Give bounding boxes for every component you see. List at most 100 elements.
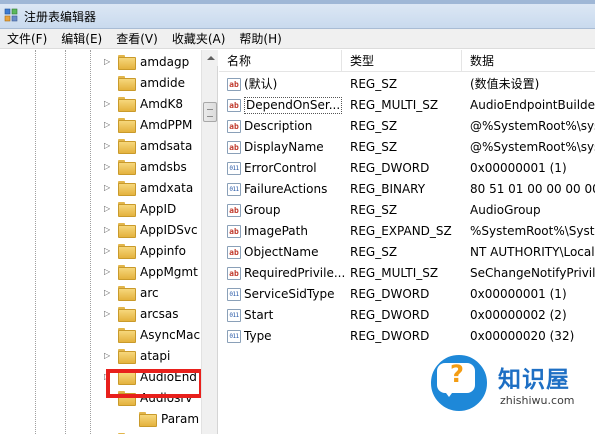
value-row[interactable]: 011 ServiceSidType REG_DWORD 0x00000001 (1) [219, 284, 595, 305]
value-type: REG_SZ [350, 245, 398, 259]
value-name: DisplayName [244, 140, 324, 154]
value-row[interactable]: 011 Type REG_DWORD 0x00000020 (32) [219, 326, 595, 347]
folder-icon [118, 265, 136, 280]
tree-item[interactable]: ▷ arc [104, 282, 201, 303]
tree-item[interactable]: ▷ amdsata [104, 135, 201, 156]
value-name-cell: ab Description [227, 116, 350, 137]
expand-arrow-icon[interactable]: ▷ [104, 204, 114, 213]
menu-view[interactable]: 查看(V) [109, 29, 165, 49]
scroll-up-icon[interactable] [203, 50, 218, 66]
tree-item[interactable]: AsyncMac [104, 324, 201, 345]
tree-item[interactable]: ▷ AppID [104, 198, 201, 219]
tree-item[interactable]: amdide [104, 72, 201, 93]
value-name: Description [244, 119, 313, 133]
column-header: 名称 类型 数据 [219, 50, 595, 72]
value-type: REG_SZ [350, 140, 398, 154]
value-row[interactable]: ab DependOnSer... REG_MULTI_SZ AudioEndpoin… [219, 95, 595, 116]
tree-item-label: amdide [140, 75, 185, 90]
reg-binary-icon: 011 [227, 288, 241, 301]
tree-scrollbar[interactable] [201, 50, 218, 434]
value-type: REG_MULTI_SZ [350, 98, 439, 112]
expand-arrow-icon[interactable]: ▷ [104, 288, 114, 297]
value-name: DependOnSer... [244, 97, 343, 114]
value-name: ErrorControl [244, 161, 317, 175]
expand-arrow-icon[interactable]: ▷ [104, 225, 114, 234]
value-name: Type [244, 329, 272, 343]
expand-arrow-icon[interactable]: ▷ [104, 120, 114, 129]
value-row[interactable]: ab RequiredPrivile... REG_MULTI_SZ SeChange… [219, 263, 595, 284]
value-type: REG_BINARY [350, 182, 426, 196]
tree-item[interactable]: ▷ amdsbs [104, 156, 201, 177]
value-name-cell: 011 FailureActions [227, 179, 350, 200]
folder-icon [118, 286, 136, 301]
value-row[interactable]: ab Description REG_SZ @%SystemRoot%\sys [219, 116, 595, 137]
expand-arrow-icon[interactable]: ▷ [104, 141, 114, 150]
tree-item[interactable]: ▷ AppMgmt [104, 261, 201, 282]
expand-arrow-icon[interactable]: ▷ [104, 57, 114, 66]
column-data[interactable]: 数据 [462, 50, 595, 72]
column-type[interactable]: 类型 [342, 50, 462, 72]
tree-item[interactable]: ▷ arcsas [104, 303, 201, 324]
value-row[interactable]: ab ImagePath REG_EXPAND_SZ %SystemRoot%\Sys… [219, 221, 595, 242]
column-name[interactable]: 名称 [219, 50, 342, 72]
window-title: 注册表编辑器 [24, 10, 97, 24]
expand-arrow-icon[interactable]: ▷ [104, 162, 114, 171]
menu-favorites[interactable]: 收藏夹(A) [165, 29, 233, 49]
menu-help[interactable]: 帮助(H) [232, 29, 288, 49]
value-row[interactable]: 011 FailureActions REG_BINARY 80 51 01 00 0… [219, 179, 595, 200]
folder-icon [118, 139, 136, 154]
value-row[interactable]: ab (默认) REG_SZ (数值未设置) [219, 74, 595, 95]
tree-item[interactable]: ▷ AmdK8 [104, 93, 201, 114]
folder-icon [118, 118, 136, 133]
expand-arrow-icon[interactable]: ▷ [104, 351, 114, 360]
reg-sz-icon: ab [227, 246, 241, 259]
value-row[interactable]: ab DisplayName REG_SZ @%SystemRoot%\sys [219, 137, 595, 158]
tree-guide-line [35, 50, 36, 434]
value-data: 0x00000020 (32) [470, 329, 575, 343]
tree-item[interactable]: ▷ amdxata [104, 177, 201, 198]
value-row[interactable]: ab ObjectName REG_SZ NT AUTHORITY\Local [219, 242, 595, 263]
expand-arrow-icon[interactable]: ▷ [104, 309, 114, 318]
tree-item-label: arc [140, 285, 159, 300]
selection-highlight-box [106, 369, 203, 398]
reg-binary-icon: 011 [227, 330, 241, 343]
tree-item[interactable]: ▷ amdagp [104, 51, 201, 72]
tree-item[interactable]: ▷ Appinfo [104, 240, 201, 261]
tree-item[interactable]: Param [125, 408, 201, 429]
value-name: FailureActions [244, 182, 328, 196]
value-name: Start [244, 308, 274, 322]
expand-arrow-icon[interactable]: ▷ [104, 99, 114, 108]
value-row[interactable]: 011 ErrorControl REG_DWORD 0x00000001 (1) [219, 158, 595, 179]
value-type: REG_EXPAND_SZ [350, 224, 452, 238]
menu-file[interactable]: 文件(F) [0, 29, 54, 49]
value-name: RequiredPrivile... [244, 266, 346, 280]
tree-item-label: AppMgmt [140, 264, 198, 279]
value-type: REG_DWORD [350, 161, 430, 175]
tree-item[interactable]: ▷ AppIDSvc [104, 219, 201, 240]
value-row[interactable]: 011 Start REG_DWORD 0x00000002 (2) [219, 305, 595, 326]
value-name-cell: 011 ErrorControl [227, 158, 350, 179]
value-row[interactable]: ab Group REG_SZ AudioGroup [219, 200, 595, 221]
tree-guide-line [65, 50, 66, 434]
value-name-cell: ab RequiredPrivile... [227, 263, 350, 284]
reg-binary-icon: 011 [227, 183, 241, 196]
expand-arrow-icon[interactable]: ▷ [104, 246, 114, 255]
expand-arrow-icon[interactable]: ▷ [104, 183, 114, 192]
value-name-cell: ab DependOnSer... [227, 95, 350, 116]
menu-edit[interactable]: 编辑(E) [54, 29, 109, 49]
tree-item-label: AppIDSvc [140, 222, 198, 237]
folder-icon [118, 328, 136, 343]
tree-item[interactable]: ▷AxInstSV [104, 429, 201, 434]
taskbar-strip [0, 0, 595, 4]
value-data: 80 51 01 00 00 00 00 [470, 182, 595, 196]
value-type: REG_SZ [350, 119, 398, 133]
scroll-thumb[interactable] [203, 102, 217, 122]
value-data: AudioEndpointBuilder [470, 98, 595, 112]
tree-item-label: arcsas [140, 306, 179, 321]
tree-item[interactable]: ▷ AmdPPM [104, 114, 201, 135]
tree-item-label: AmdPPM [140, 117, 193, 132]
folder-icon [118, 76, 136, 91]
expand-arrow-icon[interactable]: ▷ [104, 267, 114, 276]
folder-icon [118, 349, 136, 364]
tree-item[interactable]: ▷ atapi [104, 345, 201, 366]
